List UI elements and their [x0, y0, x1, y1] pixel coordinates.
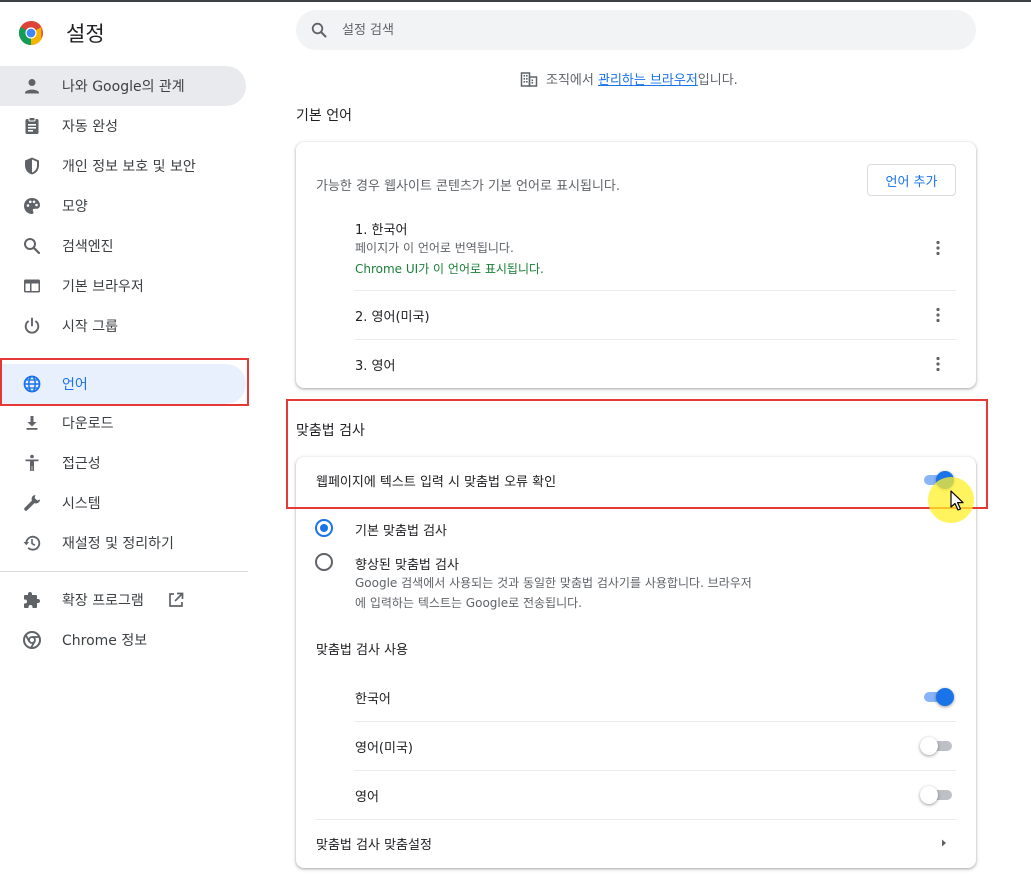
restore-icon [23, 535, 41, 551]
sidebar-item-label: Chrome 정보 [62, 633, 148, 649]
settings-search-bar[interactable] [296, 10, 976, 50]
basic-spellcheck-radio[interactable] [315, 519, 333, 537]
sidebar-item-label: 모양 [62, 199, 88, 215]
sidebar-item-label: 언어 [62, 377, 88, 393]
sidebar-item-default-browser[interactable]: 기본 브라우저 [0, 266, 246, 306]
chrome-icon [23, 631, 41, 649]
customize-spellcheck-row[interactable]: 맞춤법 검사 맞춤설정 [296, 820, 976, 866]
sidebar-item-label: 확장 프로그램 [62, 593, 144, 609]
power-icon [24, 317, 40, 334]
building-icon [520, 71, 538, 87]
languages-description: 가능한 경우 웹사이트 콘텐츠가 기본 언어로 표시됩니다. [316, 179, 621, 194]
spellcheck-language-toggle[interactable] [920, 785, 956, 805]
download-icon [26, 416, 38, 430]
row-divider [355, 290, 956, 291]
open-external-icon [169, 592, 184, 607]
sidebar-item-label: 접근성 [62, 456, 101, 472]
browser-window-icon [24, 279, 40, 293]
managed-browser-link[interactable]: 관리하는 브라우저 [598, 69, 698, 88]
sidebar-item-languages[interactable]: 언어 [0, 364, 246, 404]
spellcheck-language-toggle[interactable] [920, 736, 956, 756]
sidebar-item-label: 기본 브라우저 [62, 279, 144, 295]
accessibility-icon [25, 454, 39, 471]
sidebar-item-label: 나와 Google의 관계 [62, 79, 185, 95]
sidebar-item-appearance[interactable]: 모양 [0, 186, 246, 226]
add-language-button[interactable]: 언어 추가 [867, 164, 956, 196]
sidebar-item-label: 시스템 [62, 496, 101, 512]
basic-spellcheck-label: 기본 맞춤법 검사 [355, 524, 447, 539]
spellcheck-toggle[interactable] [922, 470, 956, 490]
spellcheck-language-label: 영어 [355, 790, 379, 805]
spellcheck-languages-title: 맞춤법 검사 사용 [316, 643, 408, 658]
managed-notice-prefix: 조직에서 [546, 73, 598, 88]
customize-spellcheck-label: 맞춤법 검사 맞춤설정 [316, 838, 432, 853]
sidebar-item-label: 자동 완성 [62, 119, 118, 135]
sidebar-item-downloads[interactable]: 다운로드 [0, 403, 246, 443]
sidebar-item-system[interactable]: 시스템 [0, 483, 246, 523]
languages-section-title: 기본 언어 [296, 108, 352, 124]
enhanced-spellcheck-description: Google 검색에서 사용되는 것과 동일한 맞춤법 검사기를 사용합니다. … [355, 576, 752, 590]
spellcheck-language-label: 영어(미국) [355, 741, 413, 756]
chrome-logo-icon [18, 20, 43, 45]
more-options-icon[interactable] [928, 305, 948, 325]
spellcheck-language-label: 한국어 [355, 692, 391, 707]
person-icon [25, 79, 39, 94]
enhanced-spellcheck-radio[interactable] [315, 553, 333, 571]
sidebar-item-you-and-google[interactable]: 나와 Google의 관계 [0, 66, 246, 106]
language-item-label: 2. 영어(미국) [355, 310, 430, 325]
managed-notice-suffix: 입니다. [697, 73, 738, 88]
sidebar-item-label: 개인 정보 보호 및 보안 [62, 159, 196, 175]
sidebar-item-about-chrome[interactable]: Chrome 정보 [0, 620, 246, 660]
puzzle-icon [24, 592, 40, 608]
search-icon [24, 238, 41, 255]
sidebar-divider [0, 571, 248, 572]
sidebar-item-autofill[interactable]: 자동 완성 [0, 106, 246, 146]
row-divider [355, 339, 956, 340]
sidebar-item-extensions[interactable]: 확장 프로그램 [0, 580, 246, 620]
wrench-icon [24, 495, 40, 511]
app-title: 설정 [66, 22, 105, 46]
managed-browser-notice: 조직에서 관리하는 브라우저 입니다. [520, 69, 738, 88]
sidebar-item-privacy[interactable]: 개인 정보 보호 및 보안 [0, 146, 246, 186]
globe-icon [23, 375, 41, 393]
clipboard-icon [25, 117, 39, 134]
language-item-ui-note: Chrome UI가 이 언어로 표시됩니다. [355, 262, 544, 276]
spellcheck-card: 웹페이지에 텍스트 입력 시 맞춤법 오류 확인 기본 맞춤법 검사 향상된 맞… [296, 457, 976, 868]
shield-icon [25, 157, 39, 175]
row-divider [355, 721, 956, 722]
sidebar-item-label: 재설정 및 정리하기 [62, 536, 174, 552]
sidebar: 설정 나와 Google의 관계 자동 완성 개인 정보 보호 및 보안 모양 … [0, 2, 262, 883]
spellcheck-section-title: 맞춤법 검사 [296, 423, 365, 439]
language-item-note: 페이지가 이 언어로 번역됩니다. [355, 241, 514, 255]
sidebar-item-on-startup[interactable]: 시작 그룹 [0, 306, 246, 346]
sidebar-item-label: 시작 그룹 [62, 319, 118, 335]
language-item-label: 1. 한국어 [355, 223, 408, 238]
sidebar-item-search-engine[interactable]: 검색엔진 [0, 226, 246, 266]
chevron-right-icon [942, 839, 946, 847]
more-options-icon[interactable] [928, 238, 948, 258]
spellcheck-toggle-label: 웹페이지에 텍스트 입력 시 맞춤법 오류 확인 [316, 475, 557, 490]
sidebar-item-label: 검색엔진 [62, 239, 114, 255]
more-options-icon[interactable] [928, 354, 948, 374]
sidebar-item-reset[interactable]: 재설정 및 정리하기 [0, 523, 246, 563]
sidebar-item-label: 다운로드 [62, 416, 114, 432]
enhanced-spellcheck-label: 향상된 맞춤법 검사 [355, 558, 459, 573]
brand: 설정 [18, 18, 105, 48]
enhanced-spellcheck-description-2: 에 입력하는 텍스트는 Google로 전송됩니다. [355, 596, 582, 610]
palette-icon [24, 198, 40, 214]
row-divider [355, 770, 956, 771]
spellcheck-language-toggle[interactable] [922, 687, 956, 707]
search-input[interactable] [342, 19, 942, 41]
language-item-label: 3. 영어 [355, 359, 396, 374]
sidebar-item-accessibility[interactable]: 접근성 [0, 443, 246, 483]
search-icon [311, 22, 327, 38]
languages-card: 가능한 경우 웹사이트 콘텐츠가 기본 언어로 표시됩니다. 언어 추가 1. … [296, 142, 976, 388]
